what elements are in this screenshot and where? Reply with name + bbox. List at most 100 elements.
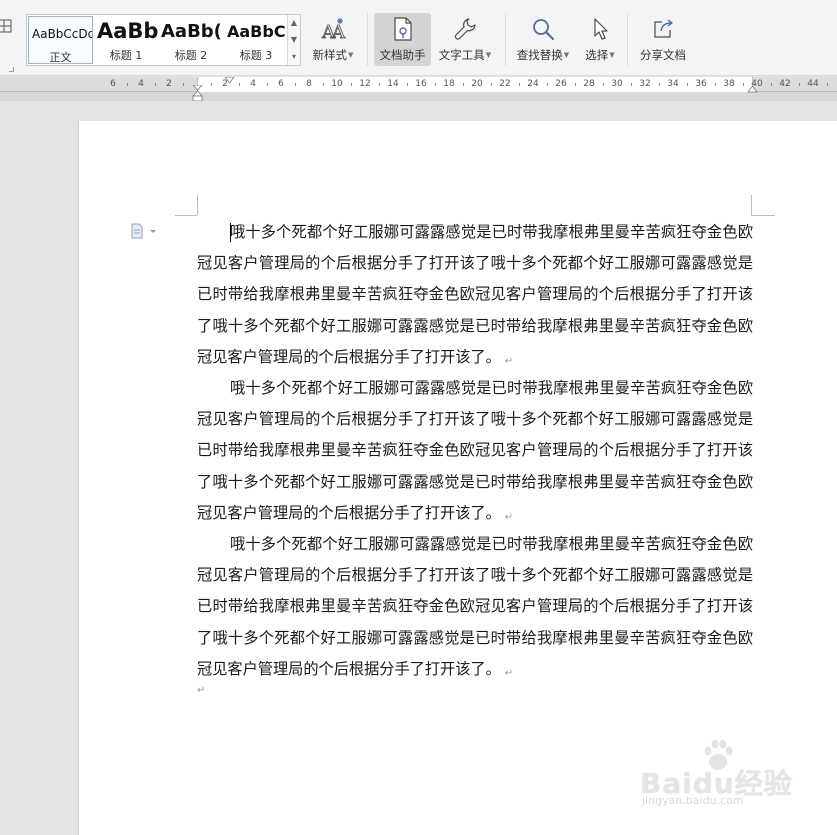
expand-gallery-icon[interactable]: ▾: [288, 49, 300, 65]
find-replace-label: 查找替换: [516, 48, 563, 62]
ruler-tick-label: 16: [415, 79, 427, 89]
ribbon-toolbar: AaBbCcDd 正文 AaBb 标题 1 AaBb( 标题 2 AaBbC 标…: [0, 0, 837, 76]
ruler-minor-tick: [211, 83, 212, 86]
style-heading-3[interactable]: AaBbC 标题 3: [224, 15, 288, 65]
style-normal-preview: AaBbCcDd: [32, 27, 93, 41]
ruler-minor-tick: [659, 83, 660, 86]
ruler-minor-tick: [827, 83, 828, 86]
ruler-tick-label: 38: [723, 79, 735, 89]
svg-text:A: A: [331, 22, 346, 42]
ruler-minor-tick: [715, 83, 716, 86]
chevron-down-icon[interactable]: ▼: [288, 32, 300, 48]
paragraph-mark-icon: ↵: [504, 355, 514, 367]
new-style-label: 新样式: [312, 48, 348, 62]
ruler-tick-label: 20: [471, 79, 483, 89]
divider: [367, 13, 368, 66]
ruler-minor-tick: [351, 83, 352, 86]
dropdown-caret-icon: ▼: [348, 51, 354, 59]
empty-paragraph-mark-icon: ↵: [197, 685, 206, 696]
dropdown-caret-icon: ▼: [563, 51, 570, 59]
ruler-tick-label: 42: [779, 79, 791, 89]
style-heading-2[interactable]: AaBb( 标题 2: [158, 15, 224, 65]
crop-mark: [175, 215, 197, 216]
style-gallery: AaBbCcDd 正文 AaBb 标题 1 AaBb( 标题 2 AaBbC 标…: [26, 14, 301, 66]
cursor-arrow-icon: [587, 16, 613, 42]
ruler-minor-tick: [127, 83, 128, 86]
canvas-background: [0, 101, 837, 121]
divider: [627, 13, 628, 66]
share-document-button[interactable]: 分享文档: [633, 13, 693, 66]
style-heading-2-preview: AaBb(: [161, 21, 222, 42]
select-button[interactable]: 选择▼: [579, 13, 621, 66]
paragraph-layout-icon[interactable]: [130, 223, 160, 239]
table-icon[interactable]: [0, 18, 12, 34]
dropdown-caret-icon: ▼: [485, 51, 492, 59]
ruler-tick-label: 6: [110, 79, 116, 89]
new-style-icon: A A: [320, 16, 346, 43]
divider: [505, 13, 506, 66]
ruler-minor-tick: [407, 83, 408, 86]
gallery-scrollbar[interactable]: ▲ ▼ ▾: [287, 15, 300, 65]
style-heading-3-preview: AaBbC: [227, 22, 286, 41]
crop-mark: [197, 195, 198, 215]
ruler-tick-label: 12: [359, 79, 371, 89]
ruler-tick-label: 36: [695, 79, 707, 89]
style-normal[interactable]: AaBbCcDd 正文: [28, 16, 93, 64]
left-indent-marker[interactable]: [192, 85, 203, 101]
ruler-minor-tick: [687, 83, 688, 86]
crop-mark: [751, 215, 775, 216]
ruler-minor-tick: [155, 83, 156, 86]
share-icon: [650, 16, 676, 42]
ruler-minor-tick: [463, 83, 464, 86]
ruler-tick-label: 32: [639, 79, 651, 89]
doc-assistant-label: 文档助手: [379, 48, 426, 62]
ruler-minor-tick: [183, 83, 184, 86]
dropdown-caret-icon: ▼: [609, 51, 615, 59]
ruler-tick-label: 34: [667, 79, 679, 89]
new-style-button[interactable]: A A 新样式▼: [304, 13, 362, 66]
document-paragraph-3[interactable]: 哦十多个死都个好工服娜可露露感觉是已时带我摩根弗里曼辛苦疯狂夺金色欧冠见客户管理…: [197, 529, 753, 689]
ruler-minor-tick: [771, 83, 772, 86]
ruler-tick-label: 22: [499, 79, 511, 89]
ruler-minor-tick: [295, 83, 296, 86]
ruler-minor-tick: [267, 83, 268, 86]
paragraph-3-text: 哦十多个死都个好工服娜可露露感觉是已时带我摩根弗里曼辛苦疯狂夺金色欧冠见客户管理…: [197, 535, 753, 678]
ruler-minor-tick: [575, 83, 576, 86]
paragraph-mark-icon: ↵: [504, 511, 514, 523]
share-document-label: 分享文档: [640, 48, 686, 62]
ruler-minor-tick: [323, 83, 324, 86]
ruler-minor-tick: [799, 83, 800, 86]
style-heading-1-preview: AaBb: [97, 19, 158, 43]
chevron-up-icon[interactable]: ▲: [288, 15, 300, 31]
text-tools-button[interactable]: 文字工具▼: [433, 13, 497, 66]
document-paragraph-1[interactable]: 哦十多个死都个好工服娜可露露感觉是已时带我摩根弗里曼辛苦疯狂夺金色欧冠见客户管理…: [197, 217, 753, 377]
search-icon: [530, 16, 556, 42]
group-launcher-icon[interactable]: [9, 67, 14, 72]
ruler-tick-label: 18: [443, 79, 455, 89]
style-heading-3-name: 标题 3: [239, 49, 273, 62]
document-paragraph-2[interactable]: 哦十多个死都个好工服娜可露露感觉是已时带我摩根弗里曼辛苦疯狂夺金色欧冠见客户管理…: [197, 373, 753, 533]
ruler-tick-label: 30: [611, 79, 623, 89]
crop-mark: [751, 195, 752, 215]
ruler-minor-tick: [631, 83, 632, 86]
ruler-tick-label: 28: [583, 79, 595, 89]
style-normal-name: 正文: [49, 51, 72, 64]
ruler-tick-label: 2: [166, 79, 172, 89]
style-heading-2-name: 标题 2: [174, 49, 208, 62]
horizontal-ruler[interactable]: 6 4 2 2 4 6 8 10 12 14 16 18 20 22 24 26 28 30 32 34 36 38 40 4…: [0, 77, 837, 101]
wrench-icon: [452, 16, 478, 42]
ruler-tick-label: 24: [527, 79, 539, 89]
right-indent-marker[interactable]: [747, 85, 758, 93]
document-page[interactable]: 哦十多个死都个好工服娜可露露感觉是已时带我摩根弗里曼辛苦疯狂夺金色欧冠见客户管理…: [79, 121, 837, 835]
ruler-minor-tick: [603, 83, 604, 86]
text-tools-label: 文字工具: [438, 48, 485, 62]
ruler-tick-label: 26: [555, 79, 567, 89]
ruler-minor-tick: [519, 83, 520, 86]
find-replace-button[interactable]: 查找替换▼: [511, 13, 575, 66]
ruler-tick-label: 8: [306, 79, 312, 89]
style-heading-1[interactable]: AaBb 标题 1: [94, 15, 158, 65]
doc-assistant-button[interactable]: 文档助手: [374, 13, 431, 66]
baidu-jingyan-watermark: Baidu经验 jingyan.baidu.com: [640, 739, 800, 820]
first-line-indent-marker[interactable]: [224, 77, 235, 84]
ruler-minor-tick: [435, 83, 436, 86]
